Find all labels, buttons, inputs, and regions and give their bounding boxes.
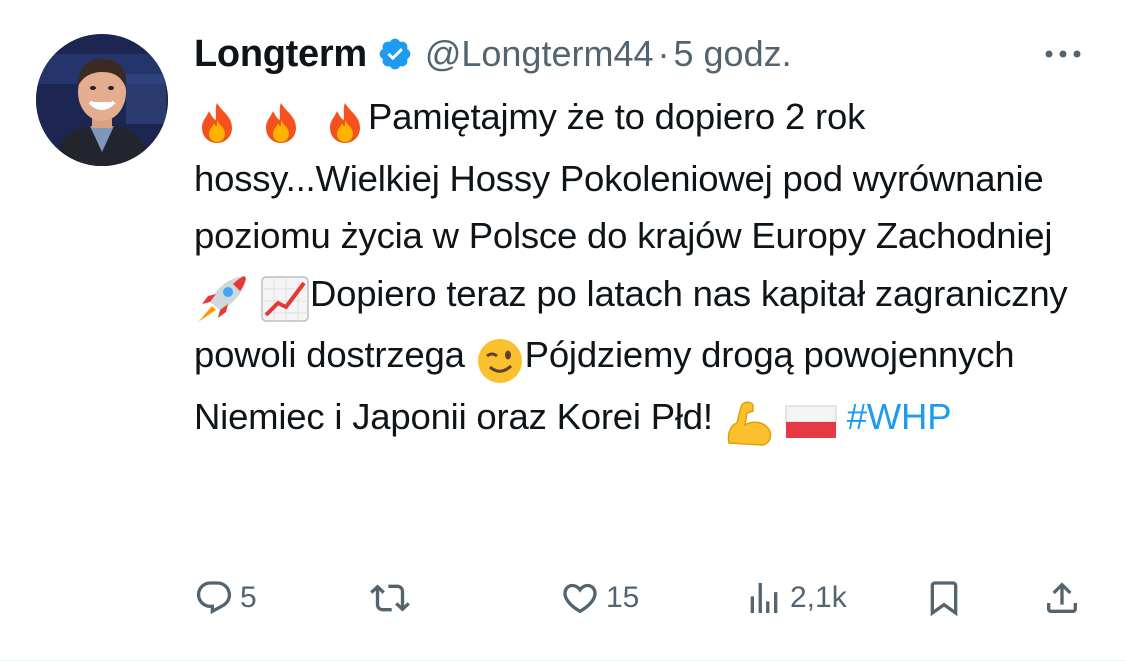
views-count: 2,1k	[790, 581, 847, 614]
chart-increasing-emoji-icon	[260, 269, 310, 327]
share-icon	[1047, 582, 1077, 613]
flag-poland-emoji-icon	[785, 392, 837, 450]
hashtag-link[interactable]: #WHP	[847, 396, 952, 437]
views-chart-icon	[750, 583, 778, 613]
bookmark-button[interactable]	[924, 574, 964, 622]
repost-icon	[370, 584, 410, 612]
author-display-name[interactable]: Longterm	[194, 33, 367, 76]
rocket-emoji-icon	[194, 269, 250, 327]
author-avatar[interactable]	[36, 34, 168, 166]
bookmark-icon	[930, 581, 958, 617]
tweet-text: Pamiętajmy że to dopiero 2 rok hossy...W…	[194, 88, 1074, 449]
like-count: 15	[606, 581, 640, 614]
flexed-biceps-emoji-icon	[723, 392, 775, 450]
repost-button[interactable]	[370, 574, 410, 622]
verified-badge-icon[interactable]	[377, 36, 413, 72]
views-button[interactable]: 2,1k	[744, 574, 847, 622]
fire-emoji-icon	[194, 92, 240, 150]
tweet-card[interactable]: Longterm @Longterm44 · 5 godz. Pamiętajm…	[0, 0, 1125, 661]
author-handle[interactable]: @Longterm44	[425, 33, 654, 75]
avatar-photo-icon	[36, 34, 168, 166]
share-button[interactable]	[1042, 574, 1082, 622]
winking-face-emoji-icon	[475, 330, 525, 388]
reply-button[interactable]: 5	[194, 574, 257, 622]
fire-emoji-icon	[322, 92, 368, 150]
header-separator: ·	[657, 33, 670, 74]
like-button[interactable]: 15	[560, 574, 639, 622]
tweet-actions: 5 15 2,1k	[194, 574, 1094, 622]
reply-count: 5	[240, 581, 257, 614]
heart-icon	[563, 583, 597, 614]
more-horizontal-icon[interactable]	[1041, 44, 1085, 64]
fire-emoji-icon	[258, 92, 304, 150]
tweet-timestamp[interactable]: 5 godz.	[674, 33, 792, 75]
tweet-header: Longterm @Longterm44 · 5 godz.	[194, 30, 792, 78]
reply-icon	[196, 581, 232, 615]
